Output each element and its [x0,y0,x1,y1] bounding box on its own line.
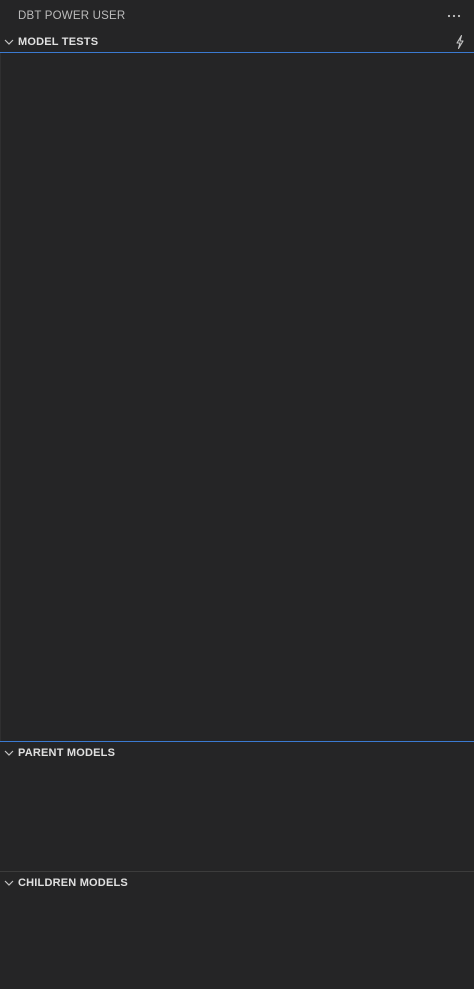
parent-models-label: PARENT MODELS [18,747,116,759]
view-title-bar: DBT POWER USER [0,0,474,32]
view-title: DBT POWER USER [18,10,126,22]
children-models-content [0,894,474,989]
dbt-power-user-sidebar: DBT POWER USER MODEL TESTS PARENT MODELS… [0,0,474,989]
chevron-down-icon [0,747,18,759]
more-actions-button[interactable] [444,6,464,26]
ellipsis-icon [447,14,461,18]
parent-models-header[interactable]: PARENT MODELS [0,742,474,764]
lightning-bolt-icon[interactable] [452,34,468,50]
chevron-down-icon [0,36,18,48]
children-models-header[interactable]: CHILDREN MODELS [0,872,474,894]
children-models-label: CHILDREN MODELS [18,877,128,889]
chevron-down-icon [0,877,18,889]
model-tests-content [0,53,474,741]
model-tests-label: MODEL TESTS [18,36,99,48]
parent-models-content [0,764,474,871]
model-tests-header[interactable]: MODEL TESTS [0,31,474,53]
